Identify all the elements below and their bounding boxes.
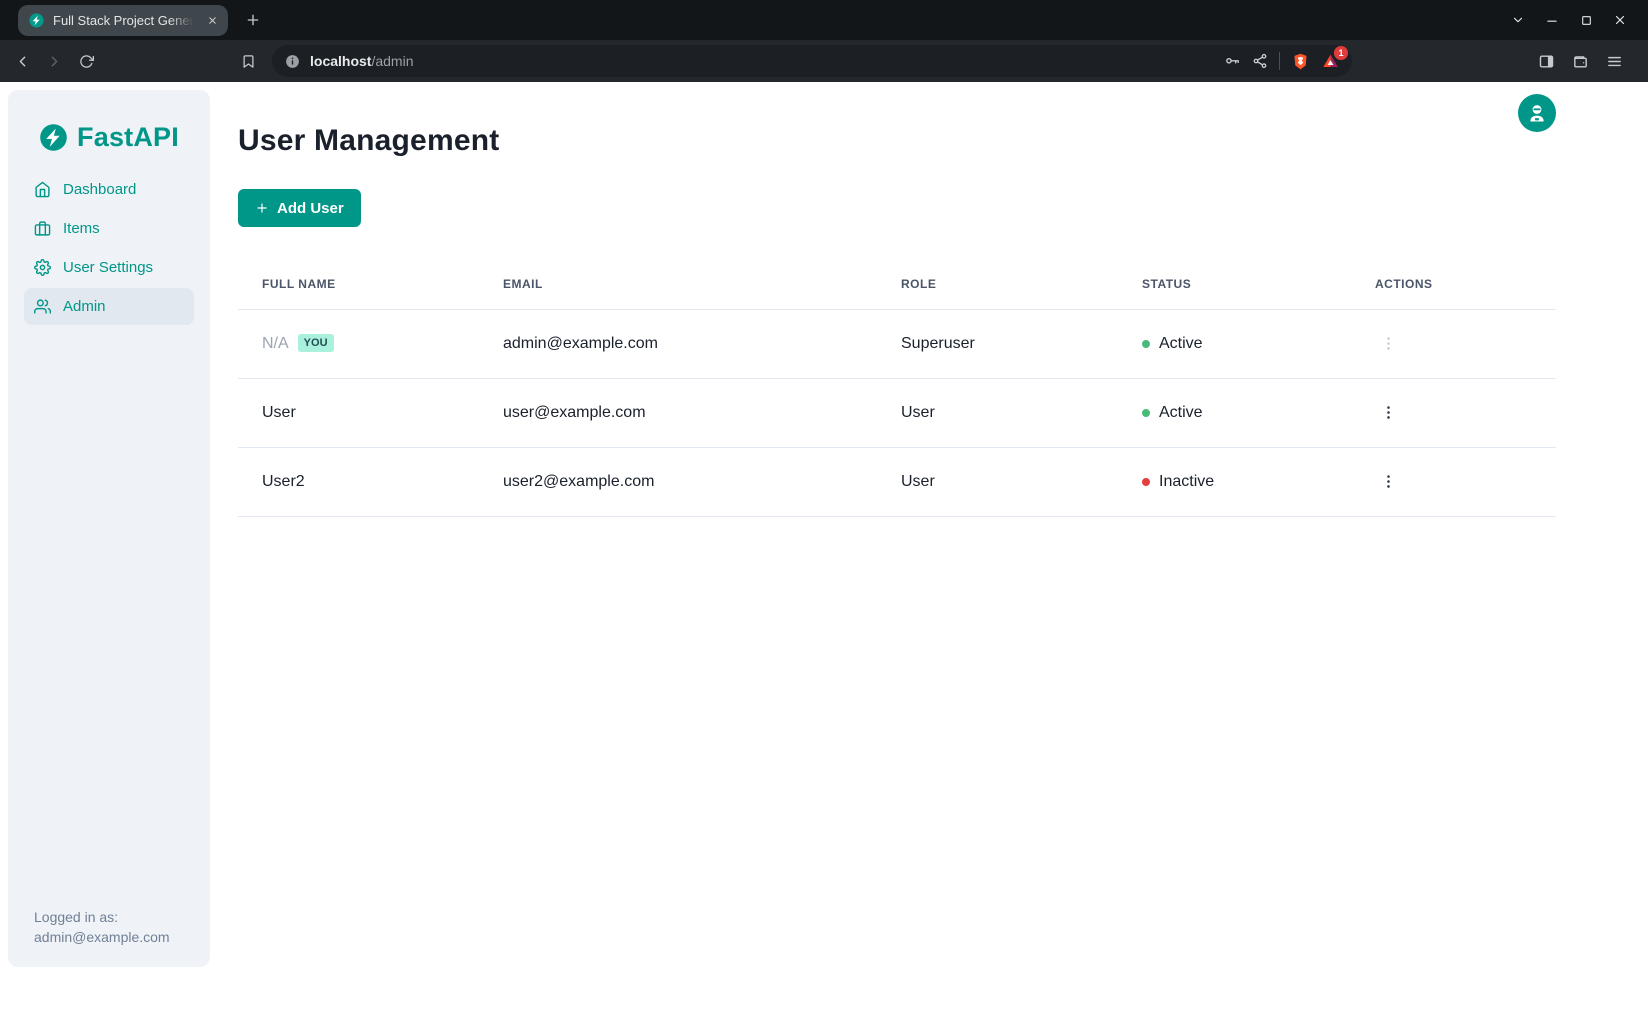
column-role: ROLE: [877, 260, 1118, 309]
sidebar-item-items[interactable]: Items: [24, 210, 194, 247]
address-bar[interactable]: localhost/admin 1: [272, 45, 1352, 77]
row-actions-menu-icon[interactable]: [1375, 400, 1401, 426]
user-full-name: User: [262, 404, 296, 421]
user-email: user@example.com: [479, 378, 877, 447]
sidebar-item-dashboard[interactable]: Dashboard: [24, 171, 194, 208]
sidebar-item-label: Dashboard: [63, 181, 136, 198]
column-status: STATUS: [1118, 260, 1351, 309]
url-text: localhost/admin: [310, 53, 414, 69]
tab-strip: Full Stack Project Genera: [0, 0, 1648, 40]
logo-text: FastAPI: [77, 122, 179, 153]
forward-icon[interactable]: [38, 45, 70, 77]
home-icon: [34, 181, 51, 198]
status-dot: [1142, 340, 1150, 348]
menu-icon[interactable]: [1598, 45, 1630, 77]
table-row: N/A YOU admin@example.com Superuser Activ…: [238, 309, 1556, 378]
users-icon: [34, 298, 51, 315]
add-user-label: Add User: [277, 200, 344, 217]
sidebar-item-label: User Settings: [63, 259, 153, 276]
table-row: User user@example.com User Active: [238, 378, 1556, 447]
password-key-icon[interactable]: [1224, 53, 1241, 70]
user-role: User: [877, 447, 1118, 516]
window-controls: [1504, 0, 1634, 40]
rewards-badge: 1: [1334, 46, 1348, 60]
status-dot: [1142, 409, 1150, 417]
briefcase-icon: [34, 220, 51, 237]
user-email: user2@example.com: [479, 447, 877, 516]
column-actions: ACTIONS: [1351, 260, 1556, 309]
toolbar-divider: [1279, 52, 1280, 70]
column-full-name: FULL NAME: [238, 260, 479, 309]
sidebar-item-admin[interactable]: Admin: [24, 288, 194, 325]
reload-icon[interactable]: [70, 45, 102, 77]
url-path: /admin: [371, 53, 413, 69]
close-window-button[interactable]: [1606, 6, 1634, 34]
add-user-button[interactable]: Add User: [238, 189, 361, 227]
sidebar-nav: Dashboard Items User Settings Admin: [8, 171, 210, 325]
table-row: User2 user2@example.com User Inactive: [238, 447, 1556, 516]
sidebar-item-user-settings[interactable]: User Settings: [24, 249, 194, 286]
logged-in-as: Logged in as: admin@example.com: [34, 907, 170, 947]
column-email: EMAIL: [479, 260, 877, 309]
new-tab-button[interactable]: [240, 7, 266, 33]
brave-rewards-icon[interactable]: 1: [1321, 52, 1340, 71]
user-full-name: User2: [262, 473, 305, 490]
row-actions-menu-icon[interactable]: [1375, 331, 1401, 357]
sidebar-item-label: Items: [63, 220, 100, 237]
maximize-button[interactable]: [1572, 6, 1600, 34]
you-badge: YOU: [298, 334, 334, 352]
page-content: FastAPI Dashboard Items User Settings: [0, 82, 1648, 1025]
status-label: Inactive: [1159, 473, 1214, 491]
fastapi-logo[interactable]: FastAPI: [8, 90, 210, 153]
site-info-icon[interactable]: [284, 53, 301, 70]
url-host: localhost: [310, 53, 371, 69]
gear-icon: [34, 259, 51, 276]
user-astronaut-icon: [1526, 102, 1548, 124]
sidebar-item-label: Admin: [63, 298, 106, 315]
main-content: User Management Add User FULL NAME EMAIL…: [210, 82, 1648, 1025]
brave-shield-icon[interactable]: [1291, 52, 1310, 71]
side-panel-icon[interactable]: [1530, 45, 1562, 77]
logged-in-email: admin@example.com: [34, 927, 170, 947]
user-role: Superuser: [877, 309, 1118, 378]
user-menu-button[interactable]: [1518, 94, 1556, 132]
tab-search-chevron-icon[interactable]: [1504, 6, 1532, 34]
share-icon[interactable]: [1252, 53, 1268, 69]
users-table: FULL NAME EMAIL ROLE STATUS ACTIONS N/A Y…: [238, 260, 1556, 517]
tab-close-icon[interactable]: [202, 11, 222, 31]
status-label: Active: [1159, 404, 1203, 422]
fastapi-favicon-icon: [28, 12, 45, 29]
user-role: User: [877, 378, 1118, 447]
table-header-row: FULL NAME EMAIL ROLE STATUS ACTIONS: [238, 260, 1556, 309]
fastapi-bolt-icon: [39, 123, 68, 152]
browser-tab[interactable]: Full Stack Project Genera: [18, 5, 228, 36]
page-title: User Management: [238, 124, 1648, 158]
bookmark-icon[interactable]: [232, 45, 264, 77]
status-label: Active: [1159, 335, 1203, 353]
wallet-icon[interactable]: [1564, 45, 1596, 77]
user-email: admin@example.com: [479, 309, 877, 378]
tab-title: Full Stack Project Genera: [53, 13, 194, 28]
plus-icon: [255, 201, 269, 215]
status-dot: [1142, 478, 1150, 486]
logged-in-label: Logged in as:: [34, 907, 170, 927]
back-icon[interactable]: [6, 45, 38, 77]
browser-toolbar: localhost/admin 1: [0, 40, 1648, 82]
row-actions-menu-icon[interactable]: [1375, 469, 1401, 495]
sidebar: FastAPI Dashboard Items User Settings: [8, 90, 210, 967]
minimize-button[interactable]: [1538, 6, 1566, 34]
user-full-name: N/A: [262, 335, 289, 352]
